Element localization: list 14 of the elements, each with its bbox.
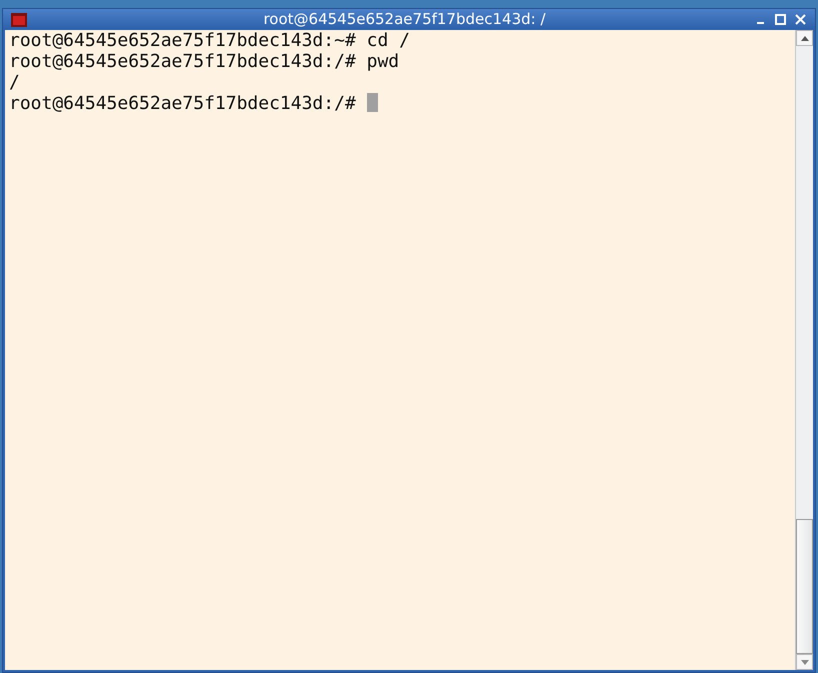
scrollbar[interactable] [795, 30, 813, 670]
terminal-line: root@64545e652ae75f17bdec143d:/# [9, 93, 357, 114]
down-arrow-icon [800, 660, 808, 664]
terminal-line: / [9, 72, 20, 93]
scroll-down-button[interactable] [796, 654, 813, 670]
scroll-thumb[interactable] [796, 519, 813, 654]
terminal-line: root@64545e652ae75f17bdec143d:/# pwd [9, 51, 400, 72]
close-button[interactable] [794, 13, 807, 26]
terminal-icon [11, 12, 27, 26]
terminal-line: root@64545e652ae75f17bdec143d:~# cd / [9, 30, 410, 51]
window-title: root@64545e652ae75f17bdec143d: / [262, 9, 547, 30]
scroll-up-button[interactable] [796, 30, 813, 46]
up-arrow-icon [800, 36, 808, 40]
maximize-button[interactable] [774, 13, 787, 26]
